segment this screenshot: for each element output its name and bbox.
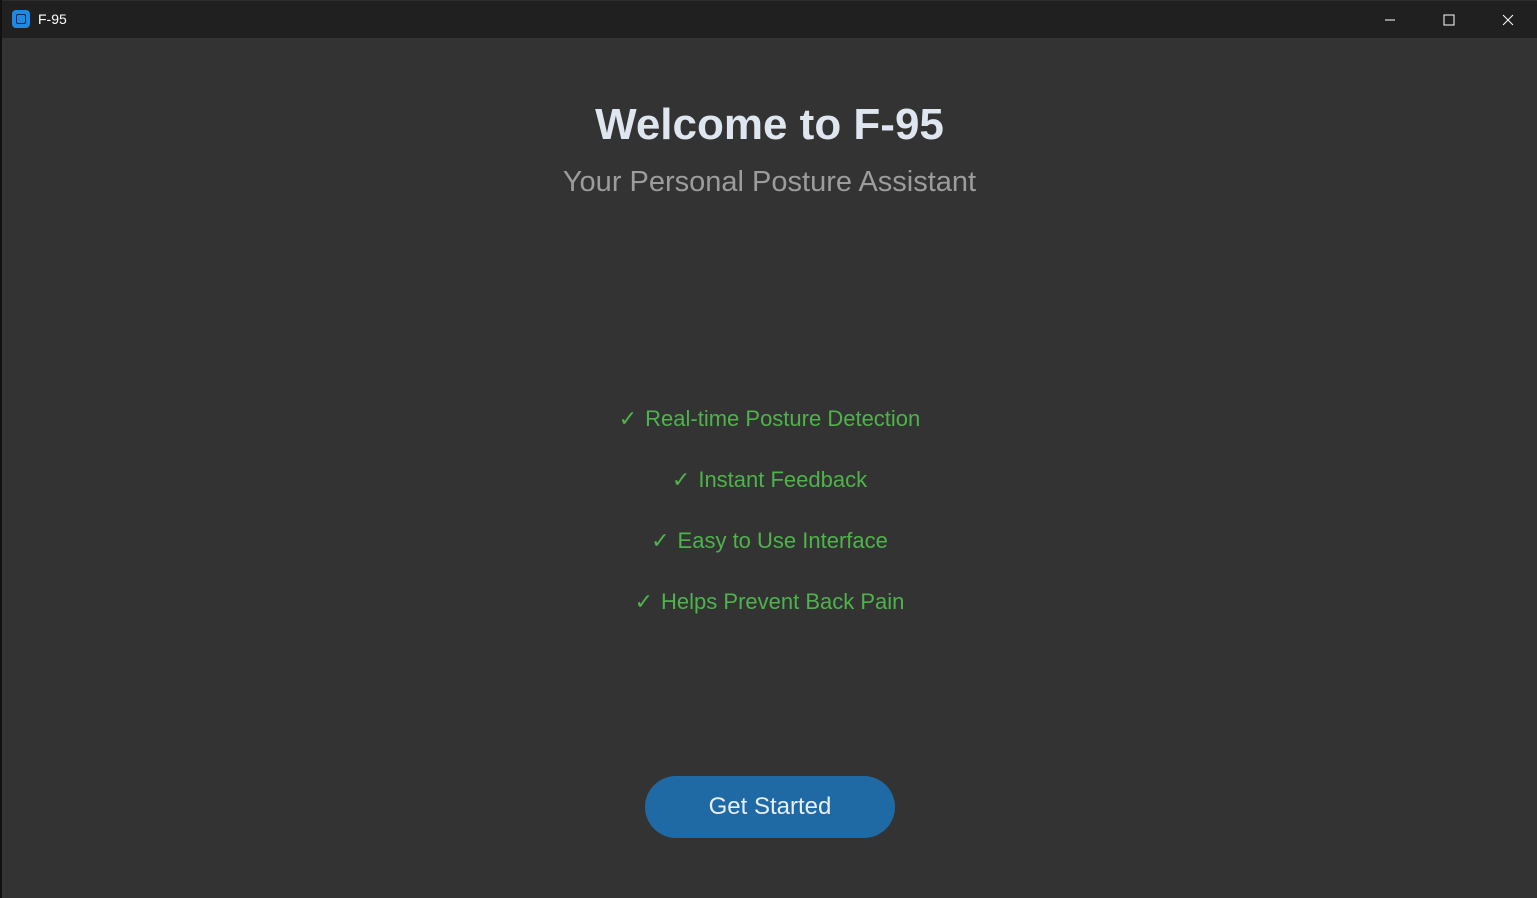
welcome-title: Welcome to F-95: [595, 100, 944, 149]
checkmark-icon: ✓: [671, 467, 691, 492]
title-bar[interactable]: F-95: [2, 0, 1537, 38]
maximize-button[interactable]: [1420, 1, 1478, 38]
get-started-button[interactable]: Get Started: [645, 776, 895, 838]
window-title: F-95: [38, 11, 67, 27]
feature-item: ✓ Easy to Use Interface: [2, 528, 1537, 554]
app-window: F-95 Welcome to F-95 Your Personal Postu…: [2, 0, 1537, 898]
welcome-subtitle: Your Personal Posture Assistant: [562, 166, 977, 198]
feature-item: ✓ Real-time Posture Detection: [2, 406, 1537, 432]
feature-item: ✓ Instant Feedback: [2, 467, 1537, 493]
minimize-button[interactable]: [1361, 1, 1419, 38]
checkmark-icon: ✓: [618, 406, 638, 431]
feature-label: Instant Feedback: [698, 467, 868, 492]
main-content: Welcome to F-95 Your Personal Posture As…: [2, 38, 1537, 898]
checkmark-icon: ✓: [651, 528, 670, 553]
app-icon: [12, 10, 30, 28]
checkmark-icon: ✓: [634, 589, 654, 614]
close-icon: [1502, 14, 1514, 25]
close-button[interactable]: [1479, 1, 1537, 38]
feature-label: Easy to Use Interface: [677, 528, 888, 553]
feature-label: Helps Prevent Back Pain: [661, 589, 905, 614]
maximize-icon: [1443, 14, 1455, 25]
minimize-icon: [1385, 19, 1395, 20]
feature-label: Real-time Posture Detection: [645, 406, 921, 431]
feature-item: ✓ Helps Prevent Back Pain: [2, 589, 1537, 615]
